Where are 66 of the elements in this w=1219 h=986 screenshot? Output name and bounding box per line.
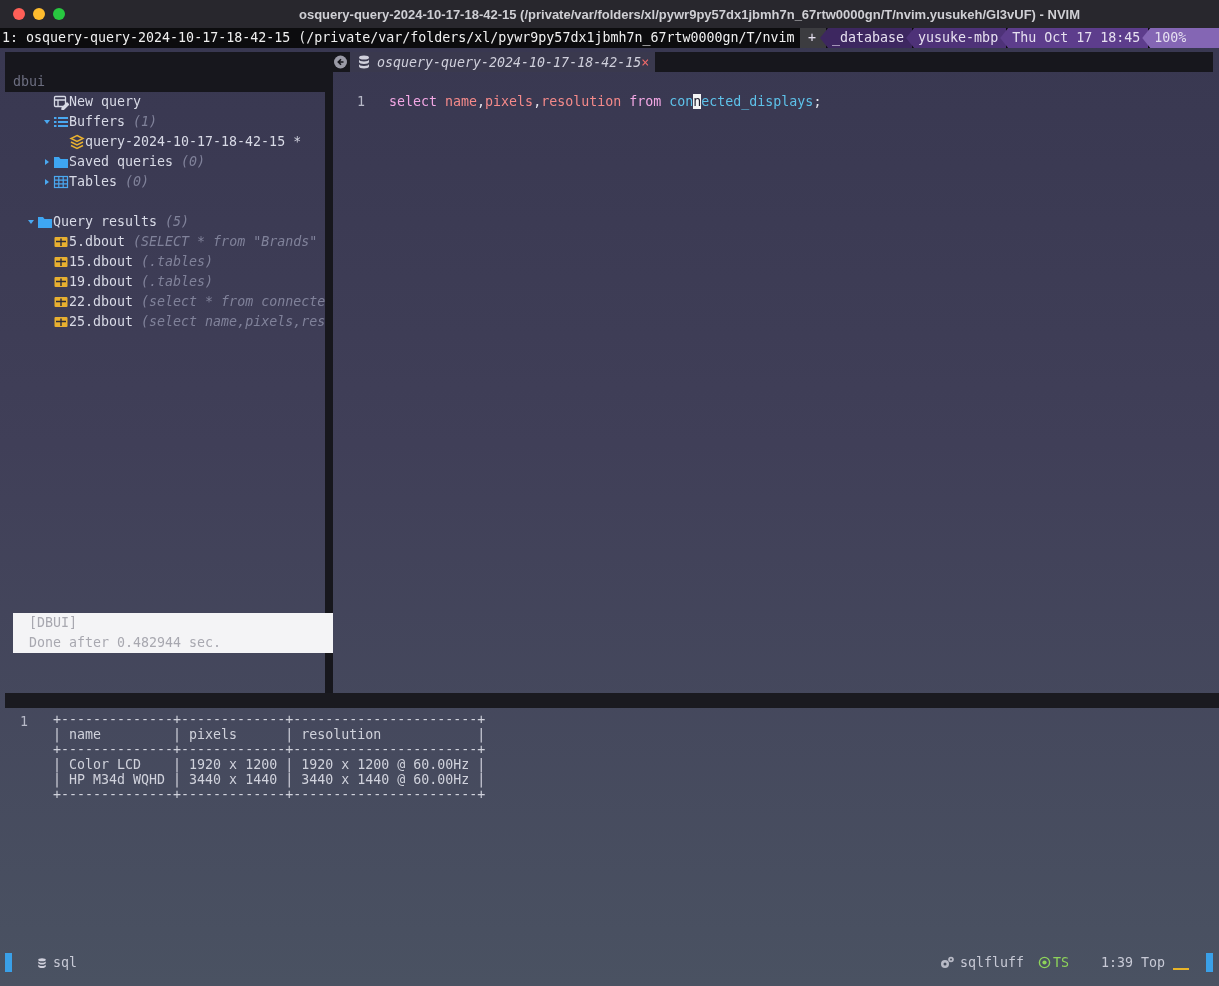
folder-icon xyxy=(37,214,53,230)
database-icon xyxy=(356,54,372,70)
gears-icon xyxy=(938,954,955,971)
result-table-line: +--------------+-------------+-----------------------+ xyxy=(53,787,486,802)
tree-item-label[interactable]: New query xyxy=(69,92,142,112)
tree-item-label[interactable]: Saved queries xyxy=(69,152,174,172)
table-icon xyxy=(53,294,69,310)
scrollbar-indicator xyxy=(1173,967,1189,970)
layers-icon xyxy=(69,134,85,150)
code-line: select name,pixels,resolution from connected_displays; xyxy=(389,93,822,112)
tree-item-label[interactable]: 25.dbout xyxy=(69,312,134,332)
tree-item-count: (1) xyxy=(132,113,158,131)
cursor-position: 1:39 xyxy=(1100,955,1133,970)
tree-item-count: (select name,pixels,res xyxy=(140,313,326,331)
window-title: osquery-query-2024-10-17-18-42-15 (/private/var/folders/xl/pywr9py57dx1jbmh7n_67rtw0000gn/T/nvim.yusukeh/Gl3vUF) - NVIM xyxy=(298,6,1081,22)
result-table-line: | Color LCD | 1920 x 1200 | 1920 x 1200 @ 60.00Hz | xyxy=(53,757,486,772)
zoom-window-button[interactable] xyxy=(53,8,65,20)
tree-item-count: (SELECT * from "Brands" xyxy=(132,233,318,251)
target-icon xyxy=(1037,956,1051,969)
result-table-line: +--------------+-------------+-----------------------+ xyxy=(53,742,486,757)
mode-indicator xyxy=(1206,953,1213,972)
tmux-status-segment: yusuke-mbp xyxy=(906,28,1007,48)
tree-item-label[interactable]: Query results xyxy=(53,212,158,232)
result-table-line: | HP M34d WQHD | 3440 x 1440 | 3440 x 1440 @ 60.00Hz | xyxy=(53,772,486,787)
tree-item-count: (0) xyxy=(124,173,150,191)
table-icon xyxy=(53,254,69,270)
tree-item-label[interactable]: 19.dbout xyxy=(69,272,134,292)
table-icon xyxy=(53,174,69,190)
window-separator[interactable] xyxy=(325,52,333,693)
mode-indicator xyxy=(5,953,12,972)
tree-item-label[interactable]: 22.dbout xyxy=(69,292,134,312)
tree-item-count: (.tables) xyxy=(140,273,214,291)
tmux-status-segment: + xyxy=(800,28,826,48)
table-icon xyxy=(53,314,69,330)
scroll-position: Top xyxy=(1140,955,1165,970)
tmux-status-segment: 100% xyxy=(1142,28,1219,48)
table-icon xyxy=(53,274,69,290)
tree-item-label[interactable]: 15.dbout xyxy=(69,252,134,272)
sidebar-title: dbui xyxy=(12,73,46,91)
result-table-line: +--------------+-------------+-----------------------+ xyxy=(53,712,486,727)
treesitter-label: TS xyxy=(1052,955,1069,970)
tree-item-label[interactable]: Tables xyxy=(69,172,118,192)
tree-item-label[interactable]: query-2024-10-17-18-42-15 * xyxy=(85,132,302,152)
tree-item-count: (5) xyxy=(164,213,190,231)
tmux-status-segment: _database xyxy=(820,28,913,48)
line-number: 1 xyxy=(357,93,366,111)
tmux-window-name[interactable]: 1: osquery-query-2024-10-17-18-42-15 (/private/var/folders/xl/pywr9py57dx1jbmh7n_67rtw0000gn/T/nvim xyxy=(0,28,800,48)
tree-item-label[interactable]: Buffers xyxy=(69,112,126,132)
new-query-icon xyxy=(53,94,69,110)
tree-item-label[interactable]: 5.dbout xyxy=(69,232,126,252)
folder-icon xyxy=(53,154,69,170)
minimize-window-button[interactable] xyxy=(33,8,45,20)
filetype-label: sql xyxy=(53,955,78,970)
line-number: 1 xyxy=(20,713,29,731)
list-icon xyxy=(53,114,69,130)
notification-message: Done after 0.482944 sec. xyxy=(29,634,223,652)
tree-item-count: (.tables) xyxy=(140,253,214,271)
linter-label: sqlfluff xyxy=(959,955,1024,970)
tmux-status-segment: Thu Oct 17 18:45 xyxy=(1000,28,1149,48)
close-window-button[interactable] xyxy=(13,8,25,20)
tree-item-count: (select * from connecte xyxy=(140,293,326,311)
database-icon xyxy=(36,956,48,969)
table-icon xyxy=(53,234,69,250)
tree-item-count: (0) xyxy=(180,153,206,171)
result-table-line: | name | pixels | resolution | xyxy=(53,727,486,742)
notification-title: [DBUI] xyxy=(29,614,79,632)
